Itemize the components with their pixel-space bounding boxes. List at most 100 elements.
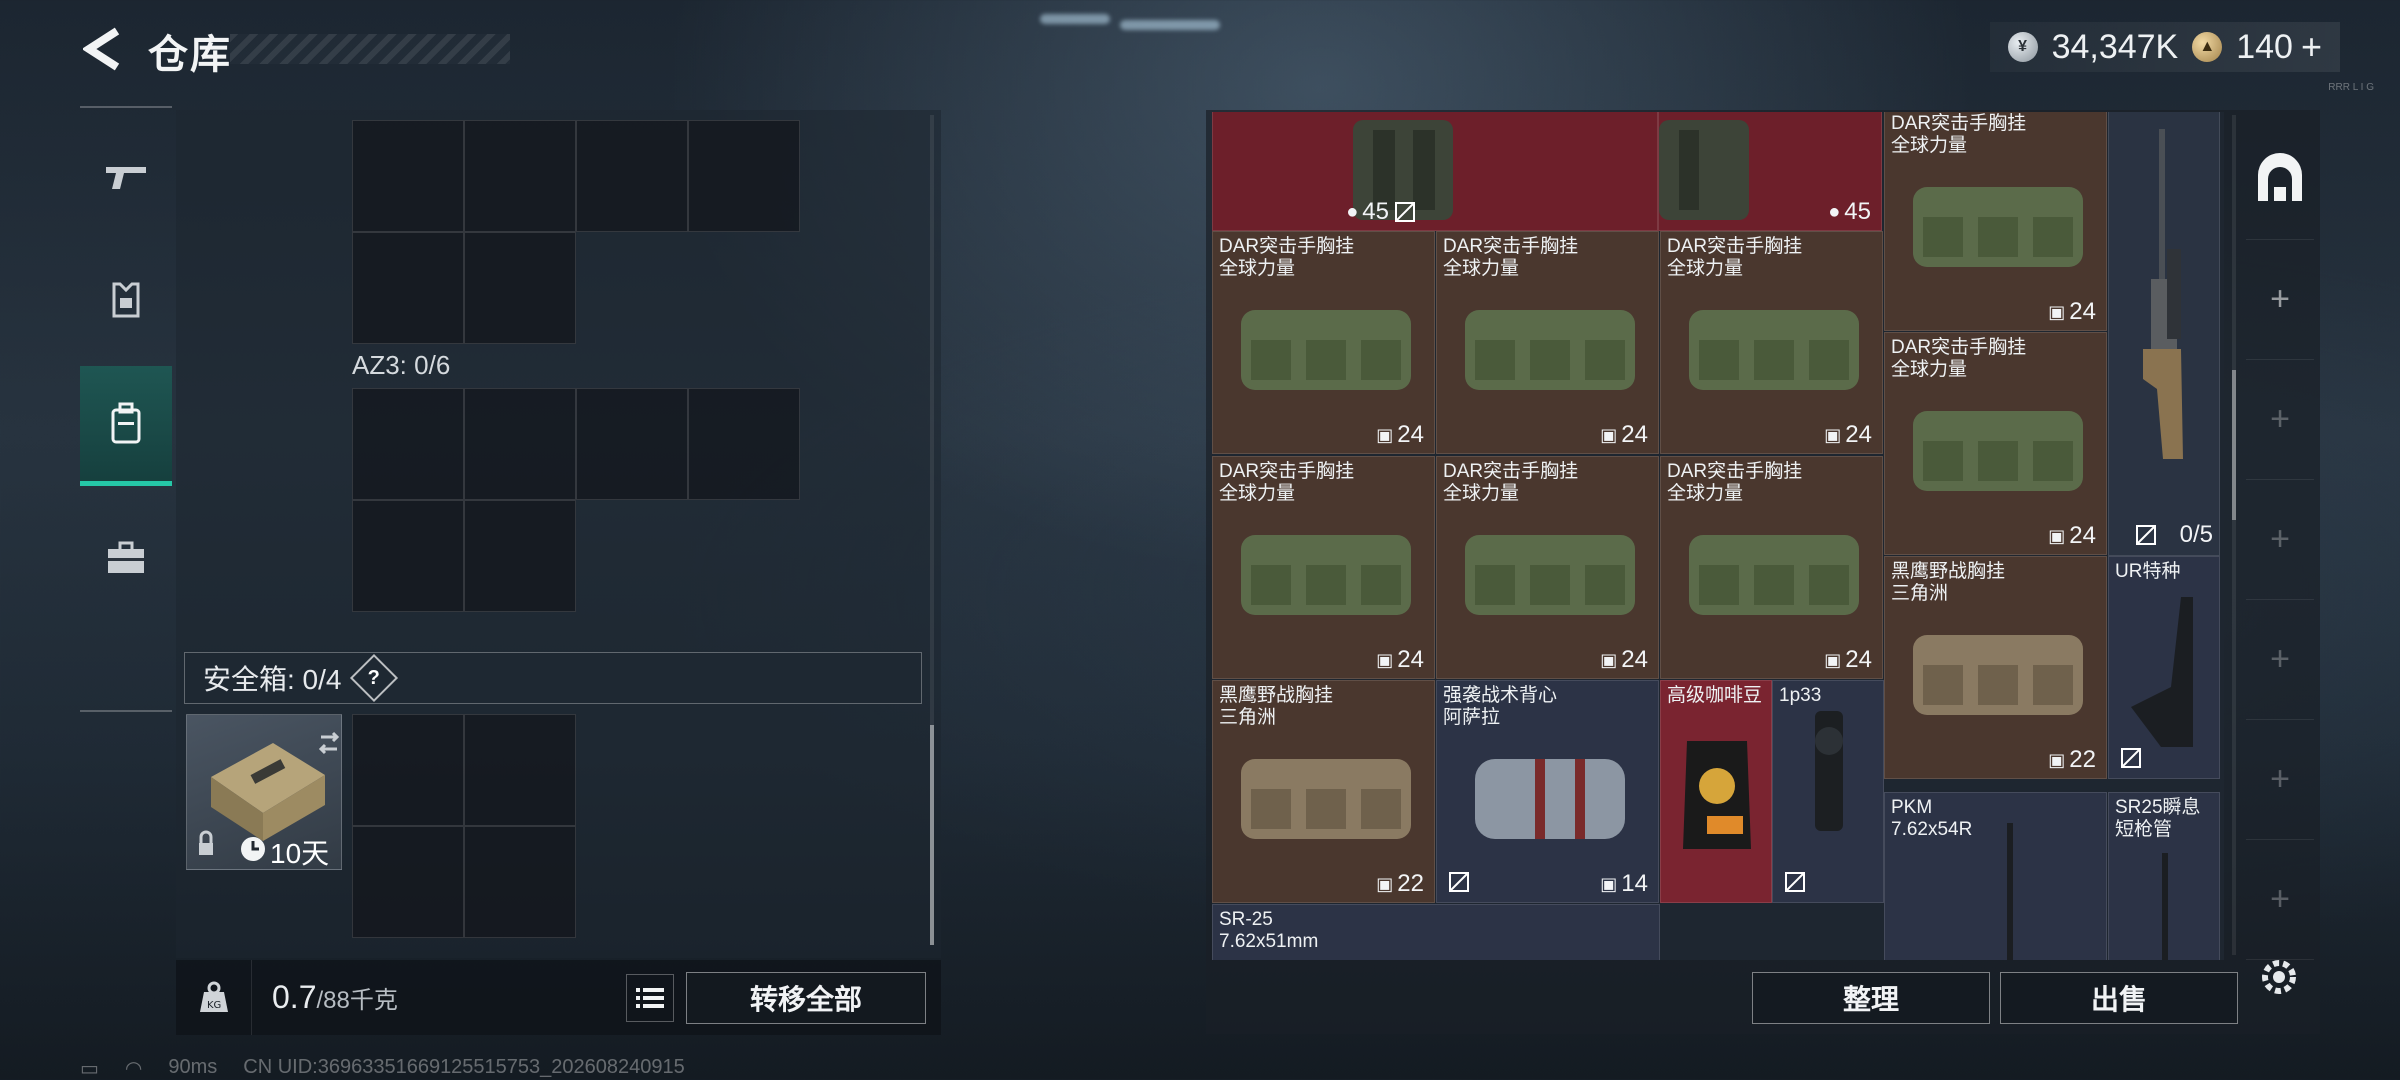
item-weight: ● 45 <box>1828 198 1871 226</box>
plus-icon: + <box>2270 520 2290 558</box>
tab-case[interactable] <box>80 498 172 618</box>
backpack-scroll-thumb[interactable] <box>930 725 934 945</box>
inventory-item[interactable]: 强袭战术背心 阿萨拉 ▣ 14 <box>1436 680 1659 903</box>
inventory-item-backpack[interactable]: ● 45 <box>1658 112 1882 231</box>
chest-rig-icon <box>1689 535 1859 615</box>
inventory-slot[interactable] <box>352 388 464 500</box>
category-tabs <box>80 106 172 712</box>
inventory-item[interactable]: DAR突击手胸挂 全球力量 ▣ 24 <box>1212 456 1435 679</box>
inventory-slot[interactable] <box>464 120 576 232</box>
inventory-item[interactable]: DAR突击手胸挂 全球力量 ▣ 24 <box>1212 231 1435 454</box>
inventory-item-pkm[interactable]: PKM 7.62x54R <box>1884 792 2107 960</box>
list-view-button[interactable] <box>626 974 674 1022</box>
safe-slot[interactable] <box>352 826 464 938</box>
battery-icon: ▭ <box>80 1058 99 1080</box>
item-weight: ● 45 <box>1346 198 1417 226</box>
warehouse-scrollbar[interactable] <box>2232 115 2236 955</box>
inventory-item[interactable]: DAR突击手胸挂 全球力量 ▣ 24 <box>1436 456 1659 679</box>
ceiling-light <box>1120 20 1220 30</box>
safe-slot[interactable] <box>352 714 464 826</box>
sort-button[interactable]: 整理 <box>1752 972 1990 1024</box>
gear-icon[interactable] <box>2256 954 2302 1000</box>
item-durability: ▣ 24 <box>1376 421 1424 449</box>
coffee-bag-icon <box>1683 741 1751 849</box>
inventory-slot[interactable] <box>688 120 800 232</box>
inventory-slot[interactable] <box>464 388 576 500</box>
inventory-item-rifle[interactable]: 0/5 <box>2108 112 2220 556</box>
inventory-item-scope[interactable]: 1p33 <box>1772 680 1884 903</box>
item-weight-value: 45 <box>1844 198 1871 225</box>
inventory-item-barrel[interactable]: SR25瞬息 短枪管 <box>2108 792 2220 960</box>
add-warehouse-page-button[interactable]: + <box>2246 840 2314 960</box>
inventory-slot[interactable] <box>576 120 688 232</box>
inventory-item[interactable]: 黑鹰野战胸挂 三角洲 ▣ 22 <box>1212 680 1435 903</box>
sell-button[interactable]: 出售 <box>2000 972 2238 1024</box>
stock-icon <box>2131 597 2193 747</box>
back-arrow-icon <box>83 27 120 71</box>
vest-icon: ▣ <box>1376 873 1394 894</box>
inventory-item[interactable]: DAR突击手胸挂 全球力量 ▣ 24 <box>1436 231 1659 454</box>
rifle-slots-value: 0/5 <box>2179 521 2213 548</box>
vest-icon: ▣ <box>1600 873 1618 894</box>
weight-icon: KG <box>176 960 252 1035</box>
inventory-item[interactable]: DAR突击手胸挂 全球力量 ▣ 24 <box>1660 456 1883 679</box>
item-durability: ▣ 24 <box>1824 421 1872 449</box>
back-button[interactable] <box>78 26 128 72</box>
item-durability: ▣ 22 <box>1376 870 1424 898</box>
inventory-item-backpack[interactable]: ● 45 <box>1212 112 1658 231</box>
inventory-item[interactable]: 黑鹰野战胸挂 三角洲 ▣ 22 <box>1884 556 2107 779</box>
inventory-slot[interactable] <box>352 120 464 232</box>
briefcase-icon <box>108 541 144 573</box>
backpack-icon <box>1659 120 1749 220</box>
add-warehouse-page-button[interactable]: + <box>2246 480 2314 600</box>
inventory-item-coffee[interactable]: 高级咖啡豆 <box>1660 680 1772 903</box>
version-tag: RRR L I G <box>2328 82 2374 93</box>
safe-slot[interactable] <box>464 826 576 938</box>
no-trade-icon <box>1395 202 1415 222</box>
backpack-icon <box>111 402 141 443</box>
rifle-slots: 0/5 <box>2134 521 2213 549</box>
inventory-item[interactable]: DAR突击手胸挂 全球力量 ▣ 24 <box>1884 112 2107 331</box>
inventory-slot[interactable] <box>352 232 464 344</box>
inventory-item-stock[interactable]: UR特种 <box>2108 556 2220 779</box>
add-warehouse-page-button[interactable]: + <box>2246 360 2314 480</box>
user-id: CN UID:36963351669125515753_202608240915 <box>243 1056 685 1078</box>
tab-weapons[interactable] <box>80 118 172 238</box>
inventory-slot[interactable] <box>464 500 576 612</box>
item-name: DAR突击手胸挂 全球力量 <box>1219 236 1355 279</box>
inventory-item[interactable]: DAR突击手胸挂 全球力量 ▣ 24 <box>1884 332 2107 555</box>
item-name: DAR突击手胸挂 全球力量 <box>1443 461 1579 504</box>
item-name: 高级咖啡豆 <box>1667 685 1763 706</box>
item-durability-value: 24 <box>1845 646 1872 673</box>
add-currency-button[interactable]: + <box>2301 26 2322 68</box>
no-trade-icon <box>1449 872 1469 892</box>
wifi-icon: ◠ <box>124 1058 143 1080</box>
warehouse-scroll-thumb[interactable] <box>2232 370 2236 520</box>
add-warehouse-page-button[interactable]: + <box>2246 600 2314 720</box>
add-warehouse-page-button[interactable]: + <box>2246 240 2314 360</box>
item-name: DAR突击手胸挂 全球力量 <box>1667 236 1803 279</box>
item-durability-value: 24 <box>1621 646 1648 673</box>
help-icon[interactable]: ? <box>350 653 399 703</box>
item-durability: ▣ 14 <box>1600 870 1648 898</box>
tab-armor[interactable] <box>80 240 172 360</box>
add-warehouse-page-button[interactable]: + <box>2246 720 2314 840</box>
tab-backpack[interactable] <box>80 366 172 486</box>
weight-value: 0.7 <box>272 979 317 1015</box>
chest-rig-icon <box>1689 310 1859 390</box>
vest-icon: ▣ <box>1824 424 1842 445</box>
inventory-slot[interactable] <box>464 232 576 344</box>
inventory-slot[interactable] <box>688 388 800 500</box>
inventory-slot[interactable] <box>576 388 688 500</box>
chest-rig-icon <box>1241 310 1411 390</box>
warehouse-tab-main[interactable] <box>2246 118 2314 240</box>
inventory-item[interactable]: DAR突击手胸挂 全球力量 ▣ 24 <box>1660 231 1883 454</box>
item-durability-value: 24 <box>1397 646 1424 673</box>
safe-slot[interactable] <box>464 714 576 826</box>
machine-gun-icon <box>2007 823 2013 960</box>
item-durability: ▣ 24 <box>1376 646 1424 674</box>
transfer-all-button[interactable]: 转移全部 <box>686 972 926 1024</box>
inventory-item-sr25[interactable]: SR-25 7.62x51mm <box>1212 904 1660 960</box>
inventory-slot[interactable] <box>352 500 464 612</box>
weight-capacity: /88千克 <box>316 987 398 1014</box>
